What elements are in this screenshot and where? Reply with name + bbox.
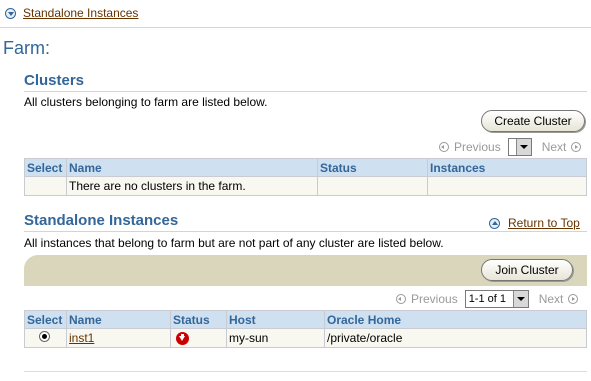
select-cell [24,328,67,348]
create-cluster-label: Create Cluster [494,114,572,128]
standalone-instances-jump[interactable]: Standalone Instances [5,6,138,20]
clusters-title-rule [24,91,587,92]
standalone-page-select-value: 1-1 of 1 [468,293,506,305]
create-cluster-button[interactable]: Create Cluster [481,110,585,132]
return-to-top[interactable]: Return to Top [489,216,580,230]
table-row: There are no clusters in the farm. [24,176,587,196]
clusters-description: All clusters belonging to farm are liste… [24,95,268,109]
clusters-previous[interactable]: Previous [454,140,501,154]
clusters-page-select[interactable] [507,138,532,156]
standalone-description: All instances that belong to farm but ar… [24,236,444,250]
clusters-pager: Previous Next [439,138,582,156]
status-cell [170,328,227,348]
chevron-down-icon[interactable] [515,139,531,155]
previous-icon [439,142,449,152]
standalone-page-select[interactable]: 1-1 of 1 [464,290,529,308]
table-row: inst1 my-sun /private/oracle [24,328,587,348]
standalone-next[interactable]: Next [539,292,564,306]
col-select: Select [24,158,67,177]
chevron-down-icon[interactable] [512,291,528,307]
empty-message: There are no clusters in the farm. [66,176,318,196]
clusters-table: Select Name Status Instances There are n… [24,158,587,196]
page-title: Farm: [3,38,50,58]
clusters-title: Clusters [24,72,85,89]
standalone-previous[interactable]: Previous [411,292,458,306]
return-to-top-link[interactable]: Return to Top [508,216,580,230]
name-cell: inst1 [66,328,171,348]
chevron-down-circle-icon[interactable] [5,7,16,19]
standalone-title-rule [24,231,587,232]
standalone-table: Select Name Status Host Oracle Home inst… [24,310,587,348]
clusters-header-row: Select Name Status Instances [24,158,587,177]
col-status: Status [170,310,227,329]
col-oracle-home: Oracle Home [324,310,587,329]
host-cell: my-sun [226,328,325,348]
standalone-pager: Previous 1-1 of 1 Next [396,290,579,308]
col-status: Status [317,158,428,177]
standalone-title: Standalone Instances [24,212,179,229]
standalone-instances-link[interactable]: Standalone Instances [23,6,138,20]
bottom-rule [24,371,587,372]
clusters-next[interactable]: Next [542,140,567,154]
previous-icon [396,294,406,304]
empty-cell [427,176,587,196]
join-cluster-label: Join Cluster [495,263,559,277]
join-cluster-button[interactable]: Join Cluster [481,259,573,281]
divider [0,27,591,28]
next-icon [571,142,582,152]
col-name: Name [66,158,318,177]
col-name: Name [66,310,171,329]
col-host: Host [226,310,325,329]
empty-cell [24,176,67,196]
col-select: Select [24,310,67,329]
col-instances: Instances [427,158,587,177]
standalone-header-row: Select Name Status Host Oracle Home [24,310,587,329]
chevron-up-circle-icon[interactable] [489,217,500,229]
next-icon [568,294,579,304]
status-down-icon [176,332,189,346]
instance-name-link[interactable]: inst1 [69,331,94,345]
row-select-radio[interactable] [39,331,50,342]
empty-cell [317,176,428,196]
oracle-home-cell: /private/oracle [324,328,587,348]
